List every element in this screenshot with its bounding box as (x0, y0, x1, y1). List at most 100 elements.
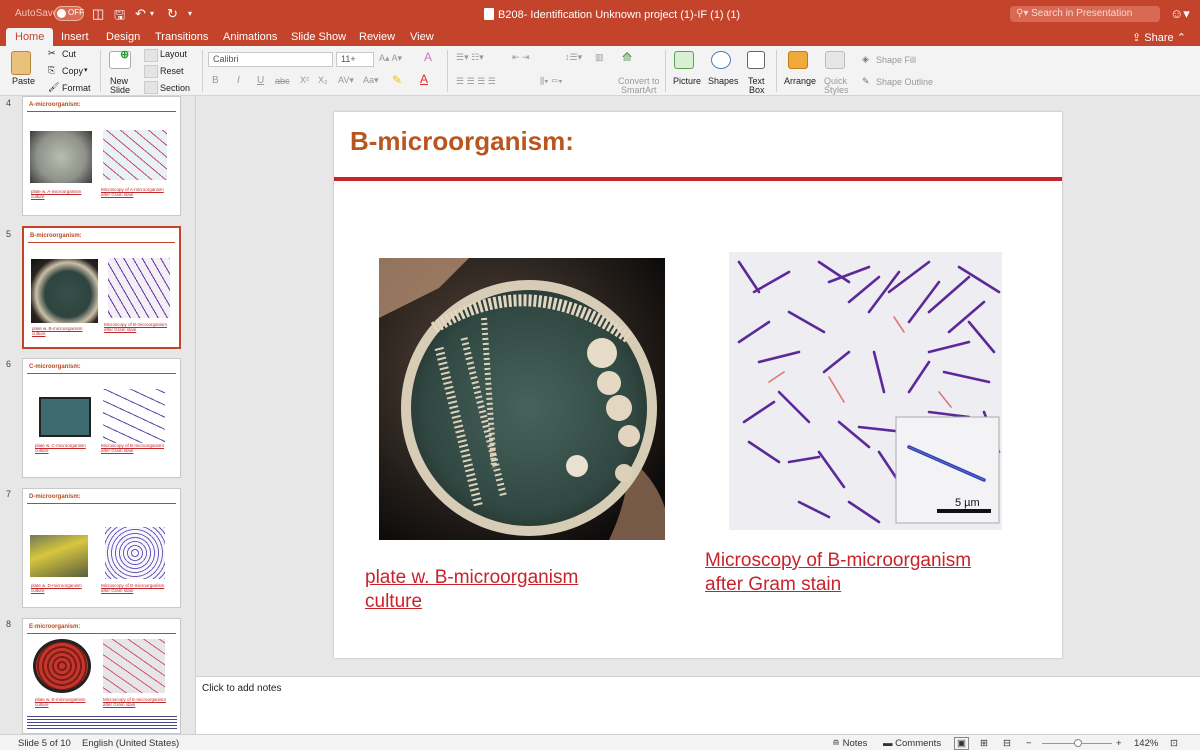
notes-button[interactable]: ≘ Notes (832, 738, 867, 749)
search-input[interactable]: ⚲▾ Search in Presentation (1010, 6, 1160, 22)
gram-stain-microscopy-image[interactable]: 5 µm (729, 252, 1002, 530)
tab-review[interactable]: Review (359, 31, 395, 43)
tab-design[interactable]: Design (106, 31, 140, 43)
fit-to-window-icon[interactable]: ⊡ (1170, 738, 1178, 749)
bullets-icon[interactable]: ☰▾ ☷▾ (456, 52, 484, 63)
align-icon[interactable]: ☰ ☰ ☰ ☰ (456, 76, 496, 87)
reset-icon[interactable] (144, 65, 158, 78)
highlight-icon[interactable]: ✎ (392, 73, 402, 87)
thumbnail-caption-left: plate w. A-microorganism culture (31, 189, 81, 199)
shapes-icon[interactable] (711, 51, 731, 69)
copy-button[interactable]: Copy (62, 66, 83, 76)
language-indicator[interactable]: English (United States) (82, 738, 179, 749)
reset-button[interactable]: Reset (160, 66, 184, 76)
slide-thumbnail-4[interactable]: A-microorganism: plate w. A-microorganis… (22, 96, 181, 216)
text-box-icon[interactable] (747, 51, 765, 69)
bold-icon[interactable]: B (212, 75, 219, 86)
slide-thumbnail-7[interactable]: D-microorganism: plate w. D-microorganis… (22, 488, 181, 608)
cut-button[interactable]: Cut (62, 49, 76, 59)
plate-culture-image[interactable] (379, 258, 665, 540)
slide-thumbnail-8[interactable]: E-microorganism: plate w. E-microorganis… (22, 618, 181, 734)
arrange-icon[interactable] (788, 51, 808, 69)
tab-view[interactable]: View (410, 31, 434, 43)
tab-home[interactable]: Home (6, 28, 54, 46)
zoom-out-icon[interactable]: − (1026, 738, 1032, 749)
share-button[interactable]: ⇪ Share ⌃ (1132, 31, 1186, 44)
undo-dropdown-icon[interactable]: ▾ (150, 9, 154, 18)
new-slide-label-2[interactable]: Slide (110, 85, 130, 95)
slide-thumbnail-6[interactable]: C-microorganism: plate w. C-microorganis… (22, 358, 181, 478)
clear-format-icon[interactable]: A (424, 50, 432, 64)
tab-insert[interactable]: Insert (61, 31, 89, 43)
layout-button[interactable]: Layout (160, 49, 187, 59)
undo-icon[interactable]: ↶ (135, 6, 146, 22)
superscript-icon[interactable]: X² (300, 75, 309, 85)
shape-fill-button[interactable]: Shape Fill (876, 55, 916, 65)
redo-icon[interactable]: ↻ (167, 6, 178, 22)
shape-fill-icon[interactable]: ◈ (862, 54, 869, 65)
microscopy-caption[interactable]: Microscopy of B-microorganism after Gram … (705, 549, 971, 597)
convert-smartart-label-2[interactable]: SmartArt (621, 85, 657, 95)
shape-outline-button[interactable]: Shape Outline (876, 77, 933, 87)
underline-icon[interactable]: U (257, 75, 264, 86)
zoom-slider-knob[interactable] (1074, 739, 1082, 747)
picture-button[interactable]: Picture (673, 76, 701, 86)
tab-animations[interactable]: Animations (223, 31, 277, 43)
slide-thumbnail-5[interactable]: B-microorganism: plate w. B-microorganis… (22, 226, 181, 349)
indent-icon[interactable]: ⇤ ⇥ (512, 52, 530, 63)
copy-dropdown-icon[interactable]: ▾ (84, 66, 88, 74)
italic-icon[interactable]: I (237, 75, 240, 86)
reading-view-icon[interactable]: ⊟ (1003, 738, 1011, 749)
font-color-icon[interactable]: A (420, 72, 428, 86)
save-icon[interactable]: 🖫 (114, 6, 125, 28)
picture-icon[interactable] (674, 51, 694, 69)
font-size-select[interactable]: 11+ (336, 52, 374, 67)
thumbnail-title: D-microorganism: (29, 494, 81, 500)
font-size-value: 11+ (341, 54, 356, 64)
shape-outline-icon[interactable]: ✎ (862, 76, 870, 87)
plate-caption[interactable]: plate w. B-microorganism culture (365, 566, 578, 614)
section-icon[interactable] (144, 81, 158, 94)
align-text-icon[interactable]: ⫼▾ ▭▾ (540, 76, 563, 87)
comments-button[interactable]: ▬ Comments (883, 738, 941, 749)
quick-styles-label-2[interactable]: Styles (824, 85, 849, 95)
autosave-toggle[interactable]: OFF (54, 6, 84, 21)
slide-title[interactable]: B-microorganism: (350, 126, 574, 157)
notes-placeholder[interactable]: Click to add notes (202, 683, 282, 694)
section-button[interactable]: Section (160, 83, 190, 93)
layout-icon[interactable] (144, 49, 158, 62)
thumbnail-plate-image (30, 535, 88, 577)
text-box-label-2[interactable]: Box (749, 85, 765, 95)
arrange-button[interactable]: Arrange (784, 76, 816, 86)
zoom-in-icon[interactable]: + (1116, 738, 1122, 749)
paste-icon[interactable] (11, 51, 31, 75)
tab-transitions[interactable]: Transitions (155, 31, 208, 43)
columns-icon[interactable]: ▥ (595, 52, 604, 63)
format-painter-icon[interactable]: 🖌 (48, 82, 59, 93)
customize-qat-icon[interactable]: ▾ (188, 9, 192, 18)
quick-styles-icon[interactable] (825, 51, 845, 69)
ribbon-divider (447, 50, 448, 92)
line-spacing-icon[interactable]: ↕☰▾ (565, 52, 582, 63)
shapes-button[interactable]: Shapes (708, 76, 739, 86)
font-grow-icon[interactable]: A▴ A▾ (379, 53, 402, 64)
font-name-select[interactable]: Calibri (208, 52, 333, 67)
text-direction-icon[interactable]: ⟰ (622, 50, 632, 64)
slide-thumbnail-panel[interactable]: 4 A-microorganism: plate w. A-microorgan… (0, 96, 196, 734)
char-spacing-icon[interactable]: AV▾ (338, 75, 354, 86)
strikethrough-icon[interactable]: abc (275, 76, 290, 86)
tab-slide-show[interactable]: Slide Show (291, 31, 346, 43)
feedback-smiley-icon[interactable]: ☺▾ (1170, 6, 1190, 22)
change-case-icon[interactable]: Aa▾ (363, 75, 379, 86)
notes-pane[interactable]: Click to add notes (196, 676, 1200, 734)
zoom-level[interactable]: 142% (1134, 738, 1158, 749)
slide-sorter-icon[interactable]: ⊞ (980, 738, 988, 749)
cut-icon[interactable]: ✂ (48, 48, 56, 59)
current-slide[interactable]: B-microorganism: 5 µm plate w. B-microor… (334, 112, 1062, 658)
paste-button[interactable]: Paste (12, 76, 35, 86)
subscript-icon[interactable]: X₂ (318, 75, 328, 85)
sidebar-toggle-icon[interactable]: ◫ (92, 6, 104, 22)
format-painter-button[interactable]: Format (62, 83, 91, 93)
normal-view-icon[interactable]: ▣ (954, 737, 969, 750)
copy-icon[interactable]: ⎘ (48, 65, 55, 76)
